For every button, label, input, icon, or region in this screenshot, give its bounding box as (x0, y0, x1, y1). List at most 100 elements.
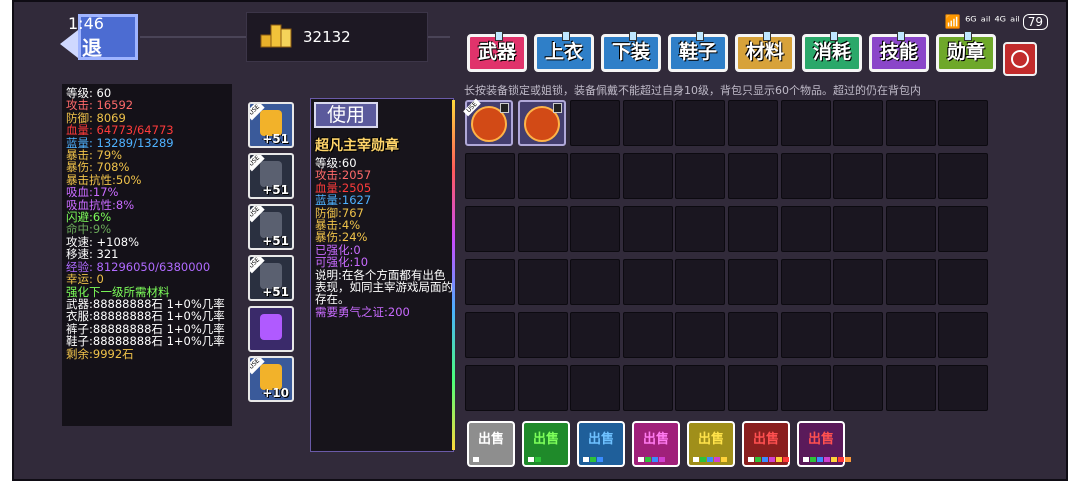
inventory-slot[interactable] (570, 259, 621, 305)
inventory-slot[interactable] (517, 365, 568, 411)
inventory-slot[interactable] (780, 312, 831, 358)
inventory-slot[interactable] (885, 365, 936, 411)
inventory-slot[interactable] (728, 100, 778, 146)
tab-0[interactable]: 武器 (467, 31, 527, 72)
rarity-dots (803, 457, 851, 462)
stat-line: 移速: 321 (66, 247, 119, 262)
sell-button-0[interactable]: 出售 (467, 421, 515, 467)
inventory-slot[interactable] (728, 153, 778, 199)
inventory-slot[interactable] (622, 206, 673, 252)
stat-line: 剩余:9992石 (66, 346, 134, 361)
tab-7[interactable]: 勋章 (936, 31, 996, 72)
inventory-slot[interactable] (885, 153, 936, 199)
inventory-slot[interactable] (833, 100, 884, 146)
inventory-slot[interactable] (622, 365, 673, 411)
rarity-dot (776, 457, 782, 462)
close-button[interactable] (1003, 42, 1037, 76)
equipped-slot[interactable]: USE +51 (248, 204, 294, 250)
back-arrow-icon (60, 30, 78, 58)
inventory-slot[interactable] (570, 100, 621, 146)
tab-6[interactable]: 技能 (869, 31, 929, 72)
inventory-slot[interactable] (833, 259, 884, 305)
tab-2[interactable]: 下装 (601, 31, 661, 72)
inventory-slot[interactable] (833, 365, 884, 411)
inventory-slot[interactable] (780, 259, 831, 305)
inventory-slot[interactable] (728, 259, 778, 305)
rarity-dot (824, 457, 830, 462)
inventory-slot[interactable] (780, 153, 831, 199)
inventory-slot[interactable] (938, 153, 989, 199)
rarity-dot (748, 457, 754, 462)
tab-label: 下装 (611, 41, 650, 63)
inventory-slot[interactable] (885, 100, 936, 146)
item-level: +51 (262, 183, 289, 197)
inventory-slot[interactable] (728, 312, 778, 358)
inventory-slot[interactable] (728, 365, 778, 411)
rarity-dot (590, 457, 596, 462)
equipped-slot[interactable]: USE +51 (248, 102, 294, 148)
inventory-slot[interactable] (622, 100, 673, 146)
inventory-slot[interactable] (517, 312, 568, 358)
inventory-slot[interactable] (570, 206, 621, 252)
rarity-dot (769, 457, 775, 462)
inventory-slot[interactable] (622, 153, 673, 199)
inventory-slot[interactable] (465, 365, 515, 411)
sell-button-5[interactable]: 出售 (742, 421, 790, 467)
inventory-slot[interactable] (465, 259, 515, 305)
inventory-slot[interactable] (675, 259, 726, 305)
inventory-slot[interactable] (938, 259, 989, 305)
inventory-slot[interactable] (938, 100, 989, 146)
inventory-slot[interactable] (465, 206, 515, 252)
inventory-slot[interactable] (622, 312, 673, 358)
inventory-slot[interactable] (780, 365, 831, 411)
equipped-slot[interactable] (248, 306, 294, 352)
inventory-slot[interactable] (465, 312, 515, 358)
clock: 1:46 (68, 14, 104, 33)
inventory-slot[interactable] (517, 259, 568, 305)
equipped-slot[interactable]: USE +10 (248, 356, 294, 402)
inventory-slot[interactable] (675, 100, 726, 146)
sell-button-1[interactable]: 出售 (522, 421, 570, 467)
inventory-slot[interactable] (728, 206, 778, 252)
inventory-slot[interactable] (465, 153, 515, 199)
inventory-slot[interactable] (938, 312, 989, 358)
inventory-slot[interactable] (622, 259, 673, 305)
inventory-slot[interactable] (675, 312, 726, 358)
inventory-slot[interactable] (938, 206, 989, 252)
inventory-slot[interactable] (570, 153, 621, 199)
inventory-slot[interactable] (570, 312, 621, 358)
tab-3[interactable]: 鞋子 (668, 31, 728, 72)
inventory-slot[interactable] (517, 153, 568, 199)
inventory-slot[interactable] (675, 365, 726, 411)
tab-5[interactable]: 消耗 (802, 31, 862, 72)
inventory-slot[interactable] (833, 206, 884, 252)
use-button[interactable]: 使用 (314, 102, 378, 128)
sell-label: 出售 (532, 432, 559, 447)
sell-button-3[interactable]: 出售 (632, 421, 680, 467)
sell-button-4[interactable]: 出售 (687, 421, 735, 467)
inventory-slot[interactable] (780, 206, 831, 252)
inventory-slot[interactable] (938, 365, 989, 411)
inventory-slot[interactable] (885, 312, 936, 358)
equipped-slot[interactable]: USE +51 (248, 153, 294, 199)
sell-button-6[interactable]: 出售 (797, 421, 851, 467)
inventory-slot[interactable] (885, 206, 936, 252)
inventory-slot[interactable] (885, 259, 936, 305)
inventory-item[interactable] (517, 100, 566, 146)
sell-button-2[interactable]: 出售 (577, 421, 625, 467)
wifi-signal-icon: 📶 (944, 15, 966, 30)
inventory-slot[interactable] (833, 312, 884, 358)
inventory-slot[interactable] (570, 365, 621, 411)
inventory-slot[interactable] (675, 206, 726, 252)
inventory-slot[interactable] (675, 153, 726, 199)
sell-label: 出售 (642, 432, 669, 447)
sell-label: 出售 (477, 432, 504, 447)
inventory-slot[interactable] (517, 206, 568, 252)
character-stats-panel: 等级: 60 攻击: 16592 防御: 8069 血量: 64773/64773 蓝量… (62, 84, 232, 426)
inventory-slot[interactable] (780, 100, 831, 146)
inventory-item[interactable]: USE (463, 98, 513, 146)
tab-1[interactable]: 上衣 (534, 31, 594, 72)
tab-4[interactable]: 材料 (735, 31, 795, 72)
inventory-slot[interactable] (833, 153, 884, 199)
equipped-slot[interactable]: USE +51 (248, 255, 294, 301)
